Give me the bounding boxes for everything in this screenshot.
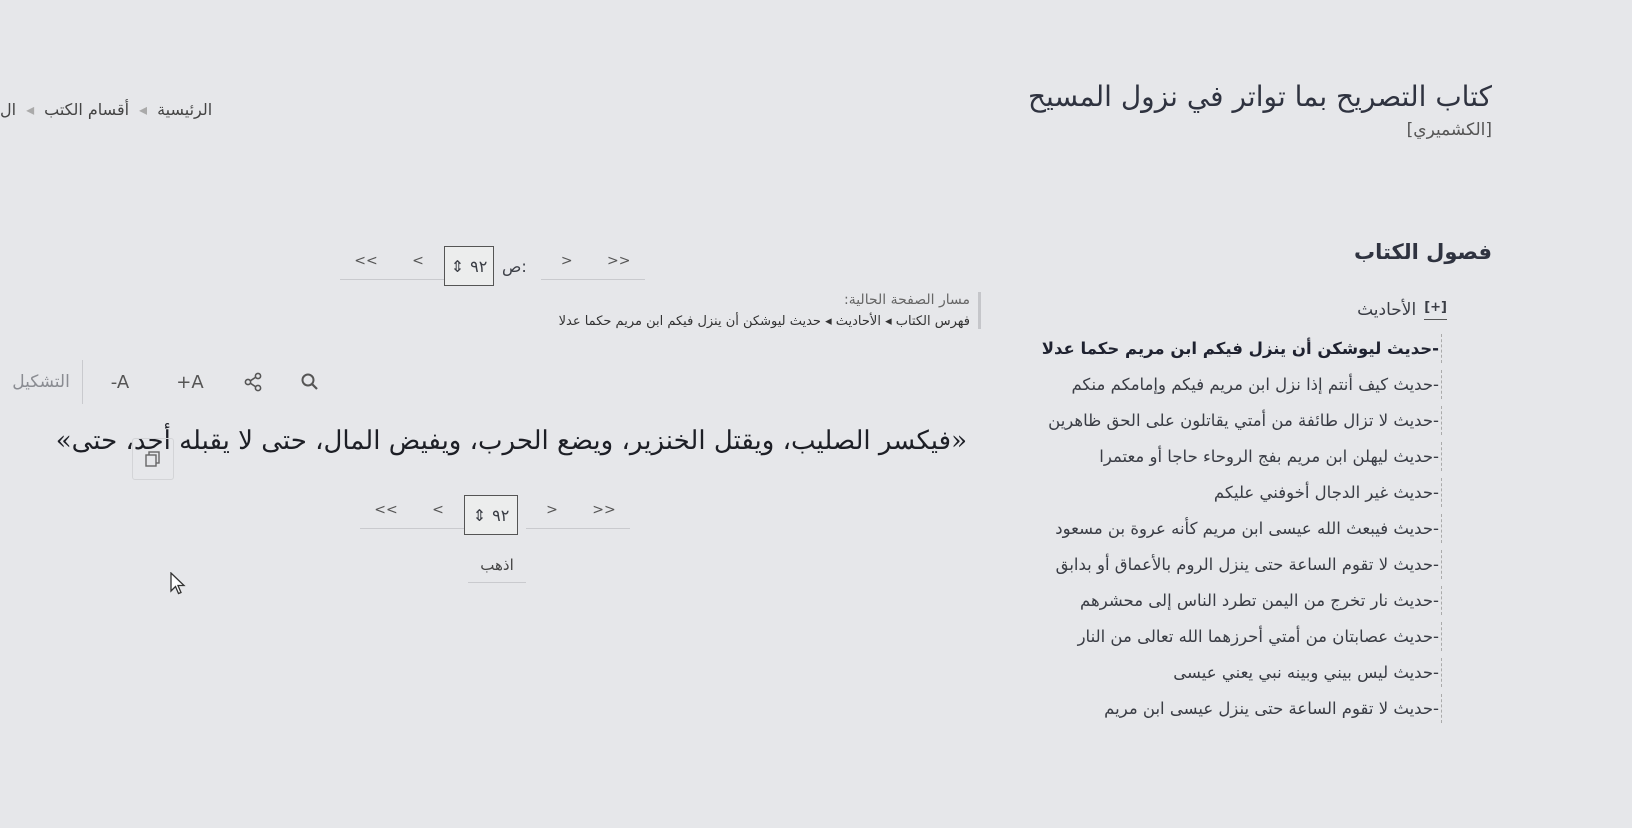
page-number-input[interactable]: ⇕ ٩٢	[444, 246, 494, 286]
prev-page-button[interactable]: <	[412, 502, 464, 529]
chapter-item[interactable]: -حديث غير الدجال أخوفني عليكم	[1002, 478, 1442, 507]
share-icon[interactable]	[223, 372, 283, 392]
breadcrumb-separator: ◂	[26, 100, 35, 119]
chapter-item[interactable]: -حديث عصابتان من أمتي أحرزهما الله تعالى…	[1002, 622, 1442, 651]
prev-page-button[interactable]: <	[392, 253, 444, 280]
stepper-icon[interactable]: ⇕	[473, 506, 486, 525]
path-crumbs[interactable]: فهرس الكتاب ◂ الأحاديث ◂ حديث ليوشكن أن …	[440, 314, 970, 329]
breadcrumb-separator: ◂	[139, 100, 148, 119]
breadcrumb: الرئيسية ◂ أقسام الكتب ◂ ال	[0, 100, 212, 119]
font-decrease-button[interactable]: -A	[83, 372, 157, 393]
next-page-button[interactable]: >	[526, 502, 578, 529]
search-icon[interactable]	[283, 372, 337, 392]
page-number-value: ٩٢	[492, 505, 510, 525]
copy-icon[interactable]	[132, 438, 174, 480]
breadcrumb-categories[interactable]: أقسام الكتب	[44, 100, 129, 119]
chapter-item[interactable]: -حديث فيبعث الله عيسى ابن مريم كأنه عروة…	[1002, 514, 1442, 543]
chapter-item[interactable]: -حديث ليس بيني وبينه نبي يعني عيسى	[1002, 658, 1442, 687]
chapter-item[interactable]: -حديث كيف أنتم إذا نزل ابن مريم فيكم وإم…	[1002, 370, 1442, 399]
section-header[interactable]: [+] الأحاديث	[1357, 300, 1447, 320]
chapter-item[interactable]: -حديث ليهلن ابن مريم بفج الروحاء حاجا أو…	[1002, 442, 1442, 471]
breadcrumb-partial[interactable]: ال	[0, 100, 16, 119]
chapter-list: -حديث ليوشكن أن ينزل فيكم ابن مريم حكما …	[1002, 334, 1442, 730]
page-label: ص:	[502, 256, 527, 276]
chapter-item[interactable]: -حديث لا تقوم الساعة حتى ينزل الروم بالأ…	[1002, 550, 1442, 579]
book-author[interactable]: [الكشميري]	[1407, 120, 1492, 140]
chapter-item[interactable]: -حديث نار تخرج من اليمن تطرد الناس إلى م…	[1002, 586, 1442, 615]
mouse-cursor-icon	[170, 571, 188, 600]
font-increase-button[interactable]: +A	[157, 372, 223, 393]
go-button[interactable]: اذهب	[468, 556, 526, 583]
chapter-item[interactable]: -حديث لا تزال طائفة من أمتي يقاتلون على …	[1002, 406, 1442, 435]
page-number-input[interactable]: ⇕ ٩٢	[464, 495, 518, 535]
current-page-path: مسار الصفحة الحالية: فهرس الكتاب ◂ الأحا…	[440, 292, 981, 329]
last-page-button[interactable]: >>	[592, 253, 645, 280]
next-page-button[interactable]: >	[540, 253, 593, 280]
pager-bottom: << < ⇕ ٩٢ > >>	[360, 495, 630, 535]
hadith-text: «فيكسر الصليب، ويقتل الخنزير، ويضع الحرب…	[55, 426, 967, 456]
page-number-value: ٩٢	[470, 256, 488, 276]
first-page-button[interactable]: <<	[360, 502, 412, 529]
chapter-item[interactable]: -حديث لا تقوم الساعة حتى ينزل عيسى ابن م…	[1002, 694, 1442, 723]
chapter-item[interactable]: -حديث ليوشكن أن ينزل فيكم ابن مريم حكما …	[1002, 334, 1442, 363]
first-page-button[interactable]: <<	[340, 253, 392, 280]
expand-toggle[interactable]: [+]	[1424, 300, 1447, 320]
tashkeel-button[interactable]: التشكيل	[0, 360, 83, 404]
section-label[interactable]: الأحاديث	[1357, 300, 1416, 320]
reader-toolbar: التشكيل -A +A	[0, 360, 940, 404]
last-page-button[interactable]: >>	[578, 502, 630, 529]
chapters-heading: فصول الكتاب	[1354, 240, 1492, 264]
stepper-icon[interactable]: ⇕	[451, 257, 464, 276]
book-title: كتاب التصريح بما تواتر في نزول المسيح	[1027, 80, 1492, 113]
breadcrumb-home[interactable]: الرئيسية	[157, 100, 212, 119]
pager-top: << < ⇕ ٩٢ ص: > >>	[340, 246, 645, 286]
path-label: مسار الصفحة الحالية:	[843, 292, 970, 308]
